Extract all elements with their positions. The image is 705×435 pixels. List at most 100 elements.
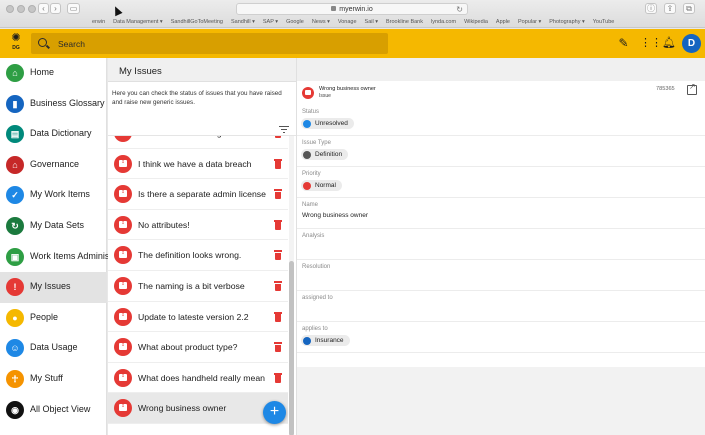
sidebar-item-data-dictionary[interactable]: ▤ Data Dictionary [0, 119, 107, 150]
open-in-new-icon[interactable] [687, 82, 697, 95]
reload-icon[interactable]: ↻ [456, 4, 463, 15]
info-icon[interactable]: ⓘ [645, 3, 657, 14]
pencil-icon[interactable]: ✎ [617, 37, 630, 50]
tabs-icon[interactable]: ⧉ [683, 3, 695, 14]
chip-icon [302, 336, 311, 345]
sidebar-item-data-usage[interactable]: ☺ Data Usage [0, 333, 107, 364]
issue-icon [114, 215, 132, 234]
issue-icon [114, 368, 132, 387]
issue-icon [302, 87, 314, 99]
trash-icon[interactable] [274, 250, 282, 261]
sidebar-item-my-stuff[interactable]: ☥ My Stuff [0, 364, 107, 395]
bookmark-item[interactable]: erwin [92, 19, 105, 25]
field-chip[interactable]: Insurance [301, 335, 350, 346]
field-chip[interactable]: Normal [301, 180, 342, 191]
search-input[interactable] [58, 35, 378, 52]
app-logo[interactable]: ✺ DG [6, 32, 26, 54]
list-item[interactable]: I think we have a data breach [108, 148, 288, 180]
trash-icon[interactable] [274, 158, 282, 169]
share-icon[interactable]: ⇪ [664, 3, 676, 14]
issue-title: What about product type? [138, 342, 238, 353]
field-chip[interactable]: Unresolved [301, 118, 354, 129]
chip-label: Definition [315, 151, 343, 158]
sidebar-item-my-data-sets[interactable]: ↻ My Data Sets [0, 211, 107, 242]
search-box[interactable] [31, 33, 388, 54]
trash-icon[interactable] [274, 219, 282, 230]
forward-button[interactable]: › [50, 3, 61, 14]
bookmark-item[interactable]: Popular ▾ [518, 19, 541, 25]
field-value: Wrong business owner [302, 212, 368, 219]
sidebar-item-label: People [30, 311, 59, 322]
sidebar-item-home[interactable]: ⌂ Home [0, 58, 107, 89]
issue-icon [114, 338, 132, 357]
trash-icon[interactable] [274, 311, 282, 322]
list-item[interactable]: The definition looks wrong. [108, 240, 288, 271]
field-label: applies to [302, 326, 328, 332]
bookmark-item[interactable]: Data Management ▾ [113, 19, 163, 25]
sidebar-toggle-button[interactable]: ▭ [67, 3, 80, 14]
bookmark-item[interactable]: Sail ▾ [365, 19, 378, 25]
back-button[interactable]: ‹ [38, 3, 49, 14]
trash-icon[interactable] [274, 342, 282, 353]
sidebar-item-work-items-adminis[interactable]: ▣ Work Items Adminis [0, 242, 108, 273]
field-label: Priority [302, 171, 321, 177]
close-window-button[interactable] [6, 5, 14, 13]
zoom-window-button[interactable] [28, 5, 36, 13]
list-item[interactable]: Update to lateste version 2.2 [108, 301, 288, 333]
issue-title: The naming is a bit verbose [138, 281, 245, 291]
minimize-window-button[interactable] [17, 5, 25, 13]
bookmark-item[interactable]: News ▾ [312, 19, 330, 25]
field-chip[interactable]: Definition [301, 149, 349, 160]
bookmark-item[interactable]: Photography ▾ [549, 19, 584, 25]
trash-icon[interactable] [274, 189, 282, 200]
add-issue-button[interactable]: + [263, 401, 286, 424]
address-bar[interactable]: myerwin.io ↻ [236, 3, 468, 15]
bookmark-item[interactable]: Brookline Bank [386, 19, 423, 25]
list-item[interactable]: No attributes! [108, 209, 288, 241]
sidebar-item-people[interactable]: ● People [0, 303, 107, 334]
list-item[interactable]: I think we are missing the value f [108, 136, 288, 149]
bookmark-item[interactable]: lynda.com [431, 19, 456, 25]
field-name: Name Wrong business owner [297, 198, 705, 229]
list-item[interactable]: Wrong business owner [108, 393, 288, 424]
sidebar-item-label: My Issues [30, 281, 71, 292]
bookmark-item[interactable]: Vonage [338, 19, 357, 25]
bookmark-item[interactable]: Sandhill ▾ [231, 19, 255, 25]
bookmark-item[interactable]: Google [286, 19, 304, 25]
sidebar-item-my-work-items[interactable]: ✓ My Work Items [0, 180, 107, 211]
bookmark-item[interactable]: YouTube [593, 19, 615, 25]
sidebar-item-label: Work Items Adminis [30, 250, 108, 261]
field-analysis: Analysis [297, 229, 705, 260]
issue-icon [114, 154, 132, 173]
trash-icon[interactable] [274, 281, 282, 291]
list-item[interactable]: The naming is a bit verbose [108, 271, 288, 302]
issue-icon [114, 246, 132, 265]
list-item[interactable]: What does handheld really mean [108, 362, 288, 394]
logo-text: DG [12, 45, 20, 51]
issue-icon [114, 136, 132, 142]
bookmark-item[interactable]: SandhillGoToMeeting [171, 19, 223, 25]
trash-icon[interactable] [274, 372, 282, 383]
list-item[interactable]: What about product type? [108, 332, 288, 363]
bell-icon[interactable]: 🔔︎ [662, 37, 676, 50]
avatar[interactable]: D [682, 34, 701, 53]
figure-icon: ☥ [6, 370, 24, 388]
bookmark-item[interactable]: Wikipedia [464, 19, 488, 25]
apps-grid-icon[interactable]: ⋮⋮ [640, 37, 662, 50]
scrollbar-thumb[interactable] [289, 261, 294, 435]
detail-title: Wrong business owner [319, 86, 376, 92]
list-item[interactable]: Is there a separate admin license [108, 179, 288, 210]
bookmark-item[interactable]: SAP ▾ [263, 19, 278, 25]
filter-icon[interactable] [279, 126, 289, 134]
sidebar-item-governance[interactable]: ⌂ Governance [0, 150, 107, 181]
bookmarks-bar: erwin Data Management ▾ SandhillGoToMeetin… [92, 17, 622, 27]
field-label: Name [302, 202, 319, 208]
bookmark-item[interactable]: Apple [496, 19, 510, 25]
issues-panel: My Issues Here you can check the status … [108, 58, 296, 435]
trash-icon[interactable] [274, 136, 282, 138]
scrollbar[interactable] [289, 136, 294, 435]
issue-icon [114, 277, 132, 295]
sidebar-item-all-object-view[interactable]: ◉ All Object View [0, 395, 107, 426]
sidebar-item-business-glossary[interactable]: ▮ Business Glossary [0, 89, 107, 120]
sidebar-item-my-issues[interactable]: ! My Issues [0, 272, 107, 303]
